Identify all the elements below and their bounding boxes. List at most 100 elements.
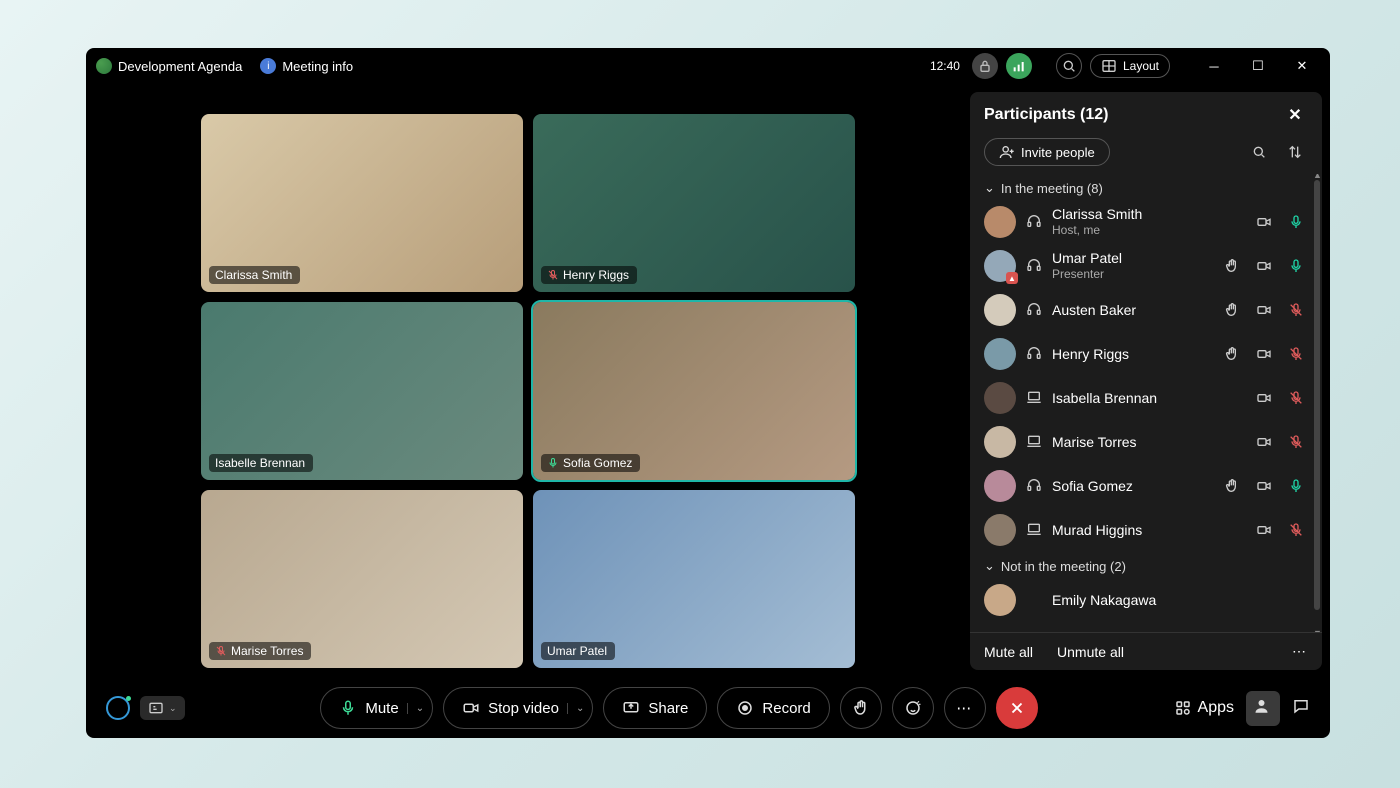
window-close[interactable]: ✕	[1284, 52, 1320, 80]
participant-status-icons	[1224, 434, 1304, 450]
raise-hand-button[interactable]	[840, 687, 882, 729]
tile-name: Umar Patel	[547, 644, 607, 658]
video-on-icon	[1256, 434, 1272, 450]
laptop-icon	[1026, 433, 1042, 452]
chevron-down-icon: ⌄	[169, 703, 177, 714]
video-tile[interactable]: Sofia Gomez	[533, 302, 855, 480]
participant-row[interactable]: Emily Nakagawa	[970, 578, 1322, 622]
close-panel-icon[interactable]: ✕	[1282, 102, 1308, 128]
mute-label: Mute	[365, 700, 398, 717]
participant-row[interactable]: Sofia Gomez	[970, 464, 1322, 508]
window-maximize[interactable]: ☐	[1240, 52, 1276, 80]
participant-row[interactable]: Clarissa Smith Host, me	[970, 200, 1322, 244]
section-in-meeting[interactable]: ⌄ In the meeting (8)	[970, 174, 1322, 200]
meeting-info-label: Meeting info	[282, 59, 353, 74]
raised-hand-icon	[1224, 478, 1240, 494]
participants-panel: Participants (12) ✕ Invite people ▲	[970, 92, 1322, 670]
scrollbar[interactable]	[1314, 180, 1320, 610]
tile-name: Henry Riggs	[563, 268, 629, 282]
video-on-icon	[1256, 478, 1272, 494]
participant-name: Henry Riggs	[1052, 346, 1214, 363]
tile-name: Isabelle Brennan	[215, 456, 305, 470]
search-icon[interactable]	[1056, 53, 1082, 79]
participant-row[interactable]: ▲ Umar Patel Presenter	[970, 244, 1322, 288]
video-tile[interactable]: Marise Torres	[201, 490, 523, 668]
invite-button[interactable]: Invite people	[984, 138, 1110, 166]
participant-name: Murad Higgins	[1052, 522, 1214, 539]
section-out-label: Not in the meeting (2)	[1001, 559, 1126, 574]
scroll-down-icon[interactable]: ▼	[1313, 628, 1321, 632]
video-tile[interactable]: Umar Patel	[533, 490, 855, 668]
participants-toggle-button[interactable]	[1246, 691, 1280, 726]
captions-button[interactable]: ⌄	[140, 696, 185, 720]
participants-more-icon[interactable]: ⋯	[1292, 643, 1308, 660]
unmute-all-button[interactable]: Unmute all	[1057, 644, 1124, 660]
meeting-timer: 12:40	[930, 59, 960, 73]
end-call-button[interactable]	[996, 687, 1038, 729]
participant-row[interactable]: Isabella Brennan	[970, 376, 1322, 420]
mute-all-button[interactable]: Mute all	[984, 644, 1033, 660]
mic-muted-icon	[1288, 390, 1304, 406]
chevron-down-icon: ⌄	[984, 180, 995, 196]
tile-label: Marise Torres	[209, 642, 311, 660]
participant-name: Sofia Gomez	[1052, 478, 1214, 495]
participant-row[interactable]: Austen Baker	[970, 288, 1322, 332]
share-button[interactable]: Share	[603, 687, 707, 729]
participants-list[interactable]: ▲ ⌄ In the meeting (8) Clarissa Smith Ho…	[970, 174, 1322, 632]
meeting-title-item[interactable]: Development Agenda	[96, 58, 242, 74]
participant-status-icons	[1224, 302, 1304, 318]
raised-hand-icon	[1224, 302, 1240, 318]
headset-icon	[1026, 301, 1042, 320]
participants-footer: Mute all Unmute all ⋯	[970, 632, 1322, 670]
mute-button[interactable]: Mute ⌄	[320, 687, 433, 729]
window-minimize[interactable]: ─	[1196, 52, 1232, 80]
layout-button[interactable]: Layout	[1090, 54, 1170, 78]
participant-status-icons	[1224, 258, 1304, 274]
participant-name: Emily Nakagawa	[1052, 592, 1304, 609]
avatar	[984, 382, 1016, 414]
mic-on-icon	[547, 457, 559, 469]
scroll-up-icon[interactable]: ▲	[1313, 174, 1321, 178]
avatar	[984, 338, 1016, 370]
presenter-badge-icon: ▲	[1006, 272, 1018, 284]
more-options-button[interactable]: ⋯	[944, 687, 986, 729]
participant-info: Henry Riggs	[1052, 346, 1214, 363]
section-not-in-meeting[interactable]: ⌄ Not in the meeting (2)	[970, 552, 1322, 578]
assistant-icon[interactable]	[106, 696, 130, 720]
avatar	[984, 426, 1016, 458]
headset-icon	[1026, 477, 1042, 496]
reactions-button[interactable]	[892, 687, 934, 729]
chevron-down-icon: ⌄	[984, 558, 995, 574]
participant-name: Umar Patel	[1052, 250, 1214, 267]
tile-label: Umar Patel	[541, 642, 615, 660]
tile-name: Marise Torres	[231, 644, 303, 658]
stop-video-button[interactable]: Stop video ⌄	[443, 687, 593, 729]
sort-participants-icon[interactable]	[1282, 139, 1308, 165]
record-label: Record	[762, 700, 810, 717]
chevron-down-icon[interactable]: ⌄	[567, 703, 584, 714]
laptop-icon	[1026, 521, 1042, 540]
mic-muted-icon	[215, 645, 227, 657]
participant-info: Emily Nakagawa	[1052, 592, 1304, 609]
participant-row[interactable]: Henry Riggs	[970, 332, 1322, 376]
video-tile[interactable]: Henry Riggs	[533, 114, 855, 292]
tile-label: Isabelle Brennan	[209, 454, 313, 472]
invite-label: Invite people	[1021, 145, 1095, 160]
avatar	[984, 294, 1016, 326]
network-quality-icon[interactable]	[1006, 53, 1032, 79]
apps-button[interactable]: Apps	[1174, 699, 1234, 717]
record-button[interactable]: Record	[717, 687, 829, 729]
participant-row[interactable]: Murad Higgins	[970, 508, 1322, 552]
participant-info: Marise Torres	[1052, 434, 1214, 451]
video-grid: Clarissa Smith Henry Riggs Isabelle Bren…	[201, 114, 855, 668]
chevron-down-icon[interactable]: ⌄	[407, 703, 424, 714]
lock-icon[interactable]	[972, 53, 998, 79]
video-tile[interactable]: Clarissa Smith	[201, 114, 523, 292]
chat-button[interactable]	[1292, 697, 1310, 720]
video-on-icon	[1256, 522, 1272, 538]
search-participants-icon[interactable]	[1246, 139, 1272, 165]
meeting-info-item[interactable]: i Meeting info	[260, 58, 353, 74]
participant-info: Sofia Gomez	[1052, 478, 1214, 495]
participant-row[interactable]: Marise Torres	[970, 420, 1322, 464]
video-tile[interactable]: Isabelle Brennan	[201, 302, 523, 480]
